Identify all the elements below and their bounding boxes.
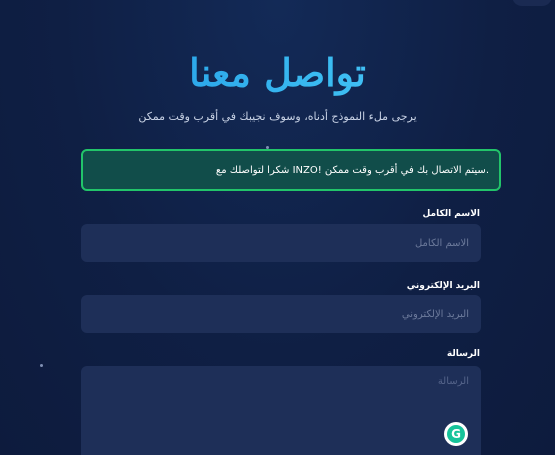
grammarly-glyph: G <box>447 425 465 443</box>
name-label: الاسم الكامل <box>422 209 480 219</box>
success-alert: .سيتم الاتصال بك في أقرب وقت ممكن !INZO … <box>81 149 501 191</box>
page-title: تواصل معنا <box>0 48 555 98</box>
message-label: الرسالة <box>446 349 480 359</box>
email-input[interactable] <box>81 295 481 333</box>
message-textarea[interactable] <box>81 366 481 455</box>
decorative-dot <box>40 364 43 367</box>
email-label: البريد الإلكتروني <box>406 281 480 291</box>
full-name-input[interactable] <box>81 224 481 262</box>
top-edge-tab <box>512 0 552 6</box>
success-alert-message: .سيتم الاتصال بك في أقرب وقت ممكن !INZO … <box>215 164 489 176</box>
page-subtitle: يرجى ملء النموذج أدناه، وسوف نجيبك في أق… <box>138 110 417 123</box>
contact-page: تواصل معنا يرجى ملء النموذج أدناه، وسوف … <box>0 0 555 455</box>
grammarly-icon[interactable]: G <box>444 422 468 446</box>
